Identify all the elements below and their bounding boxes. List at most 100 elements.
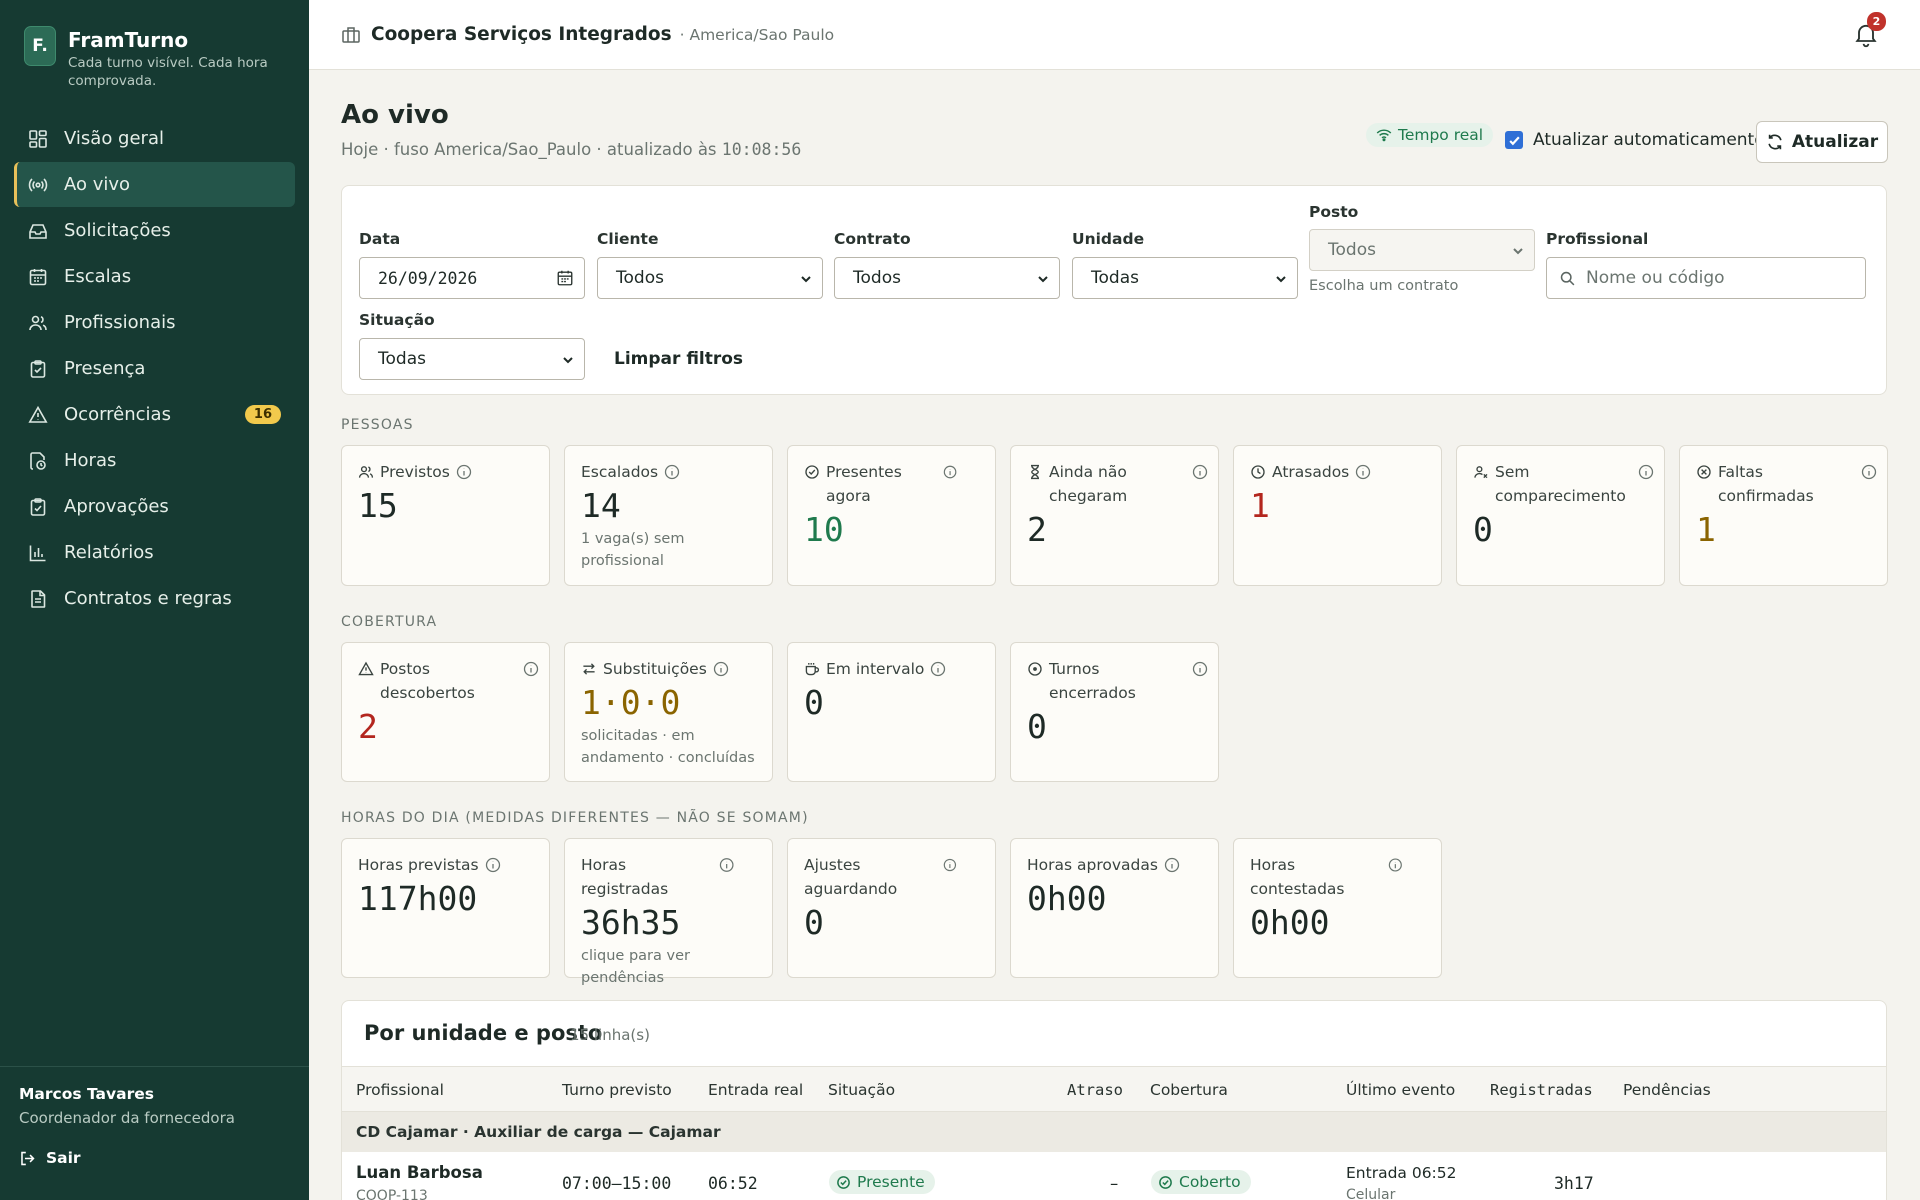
stat-note: solicitadas · em andamento · concluídas — [581, 728, 755, 766]
sidebar-item-relatorios[interactable]: Relatórios — [14, 530, 295, 575]
column-header-cobertura[interactable]: Cobertura — [1150, 1081, 1228, 1099]
logout-button[interactable]: Sair — [19, 1149, 290, 1167]
alert-icon — [358, 661, 374, 676]
brand[interactable]: F. FramTurno Cada turno visível. Cada ho… — [24, 26, 268, 90]
stat-card-horas-aprovadas[interactable]: Horas aprovadas 0h00 — [1010, 838, 1219, 978]
post-help-text: Escolha um contrato — [1309, 278, 1459, 294]
info-icon[interactable] — [456, 464, 472, 480]
contract-select[interactable]: Todos — [834, 257, 1060, 299]
status-select[interactable]: Todas — [359, 338, 585, 380]
auto-refresh-toggle[interactable]: Atualizar automaticamente — [1505, 130, 1765, 150]
info-icon[interactable] — [719, 857, 734, 873]
user-name: Marcos Tavares — [19, 1085, 154, 1103]
info-icon[interactable] — [713, 661, 729, 677]
stat-card-em-intervalo[interactable]: Em intervalo 0 — [787, 642, 996, 782]
stat-card-horas-registradas[interactable]: Horas registradas 36h35 clique para ver … — [564, 838, 773, 986]
stat-label: Faltas confirmadas — [1718, 463, 1814, 505]
stat-value: 15 — [358, 486, 398, 525]
stat-label: Ajustes aguardando — [804, 856, 898, 898]
column-header-pendencias[interactable]: Pendências — [1623, 1081, 1711, 1099]
stat-card-presentes[interactable]: Presentes agora 10 — [787, 445, 996, 586]
sidebar-item-label: Escalas — [64, 266, 132, 287]
info-icon[interactable] — [1164, 857, 1180, 873]
info-icon[interactable] — [1192, 661, 1208, 677]
info-icon[interactable] — [943, 857, 957, 873]
table-title: Por unidade e posto — [364, 1021, 603, 1045]
clipboard-approve-icon — [30, 497, 46, 516]
stat-card-postos-descobertos[interactable]: Postos descobertos 2 — [341, 642, 550, 782]
stat-label: Escalados — [581, 463, 659, 481]
stat-card-horas-previstas[interactable]: Horas previstas 117h00 — [341, 838, 550, 978]
notifications-button[interactable]: 2 — [1852, 12, 1886, 48]
client-filter-label: Cliente — [597, 230, 659, 248]
info-icon[interactable] — [664, 464, 680, 480]
sidebar-item-visao-geral[interactable]: Visão geral — [14, 116, 295, 161]
check-icon — [1508, 136, 1520, 145]
stat-card-escalados[interactable]: Escalados 14 1 vaga(s) sem profissional — [564, 445, 773, 586]
users-icon — [29, 315, 47, 330]
info-icon[interactable] — [1192, 464, 1208, 480]
info-icon[interactable] — [943, 464, 957, 480]
column-header-atraso[interactable]: Atraso — [1067, 1081, 1123, 1099]
stat-card-ainda-nao-chegaram[interactable]: Ainda não chegaram 2 — [1010, 445, 1219, 586]
stat-card-horas-contestadas[interactable]: Horas contestadas 0h00 — [1233, 838, 1442, 978]
column-header-registradas[interactable]: Registradas — [1490, 1081, 1593, 1099]
sidebar-item-label: Profissionais — [64, 312, 176, 333]
sidebar-item-presenca[interactable]: Presença — [14, 346, 295, 391]
calendar-icon[interactable] — [556, 269, 574, 287]
stat-label: Horas aprovadas — [1027, 856, 1158, 874]
column-header-profissional[interactable]: Profissional — [356, 1081, 444, 1099]
stat-card-faltas-confirmadas[interactable]: Faltas confirmadas 1 — [1679, 445, 1888, 586]
stat-label: Horas registradas — [581, 856, 669, 898]
column-header-ultimo-evento[interactable]: Último evento — [1346, 1081, 1455, 1099]
sidebar-item-ocorrencias[interactable]: Ocorrências 16 — [14, 392, 295, 437]
stat-card-turnos-encerrados[interactable]: Turnos encerrados 0 — [1010, 642, 1219, 782]
ocorrencias-count-badge: 16 — [244, 405, 281, 424]
info-icon[interactable] — [1388, 857, 1403, 873]
column-header-situacao[interactable]: Situação — [828, 1081, 895, 1099]
stat-value: 2 — [1027, 510, 1047, 549]
chevron-down-icon — [1513, 248, 1523, 255]
sidebar-item-aprovacoes[interactable]: Aprovações — [14, 484, 295, 529]
info-icon[interactable] — [930, 661, 946, 677]
stat-card-substituicoes[interactable]: Substituições 1·0·0 solicitadas · em and… — [564, 642, 773, 782]
stat-card-atrasados[interactable]: Atrasados 1 — [1233, 445, 1442, 586]
stat-label: Substituições — [603, 660, 707, 678]
date-input[interactable]: 26/09/2026 — [359, 257, 585, 299]
info-icon[interactable] — [485, 857, 501, 873]
column-header-entrada[interactable]: Entrada real — [708, 1081, 803, 1099]
stat-label: Sem comparecimento — [1495, 463, 1626, 505]
sidebar-item-solicitacoes[interactable]: Solicitações — [14, 208, 295, 253]
row-coverage-label: Coberto — [1179, 1173, 1241, 1191]
refresh-button[interactable]: Atualizar — [1756, 121, 1888, 163]
clear-filters-button[interactable]: Limpar filtros — [614, 349, 743, 369]
row-professional-name[interactable]: Luan Barbosa — [356, 1163, 483, 1182]
sidebar-item-ao-vivo[interactable]: Ao vivo — [14, 162, 295, 207]
column-header-turno[interactable]: Turno previsto — [562, 1081, 672, 1099]
info-icon[interactable] — [1861, 464, 1877, 480]
inbox-icon — [29, 223, 47, 239]
client-select[interactable]: Todos — [597, 257, 823, 299]
auto-refresh-checkbox[interactable] — [1505, 131, 1523, 149]
stat-card-sem-comparecimento[interactable]: Sem comparecimento 0 — [1456, 445, 1665, 586]
info-icon[interactable] — [523, 661, 539, 677]
stat-label: Atrasados — [1272, 463, 1350, 481]
x-circle-icon — [1697, 465, 1711, 479]
stat-card-ajustes-aguardando[interactable]: Ajustes aguardando 0 — [787, 838, 996, 978]
sidebar-item-horas[interactable]: Horas — [14, 438, 295, 483]
bar-chart-icon — [29, 545, 46, 561]
sidebar-item-escalas[interactable]: Escalas — [14, 254, 295, 299]
unit-select[interactable]: Todas — [1072, 257, 1298, 299]
stat-label: Em intervalo — [826, 660, 925, 678]
professional-search-input[interactable]: Nome ou código — [1546, 257, 1866, 299]
stat-card-previstos[interactable]: Previstos 15 — [341, 445, 550, 586]
org-name[interactable]: Coopera Serviços Integrados — [371, 24, 672, 45]
sidebar-item-contratos[interactable]: Contratos e regras — [14, 576, 295, 621]
info-icon[interactable] — [1638, 464, 1654, 480]
sidebar-item-profissionais[interactable]: Profissionais — [14, 300, 295, 345]
stat-value: 1·0·0 — [581, 683, 681, 722]
sidebar-item-label: Presença — [64, 358, 146, 379]
post-select[interactable]: Todos — [1309, 229, 1535, 271]
check-circle-icon — [1159, 1175, 1172, 1189]
info-icon[interactable] — [1355, 464, 1371, 480]
